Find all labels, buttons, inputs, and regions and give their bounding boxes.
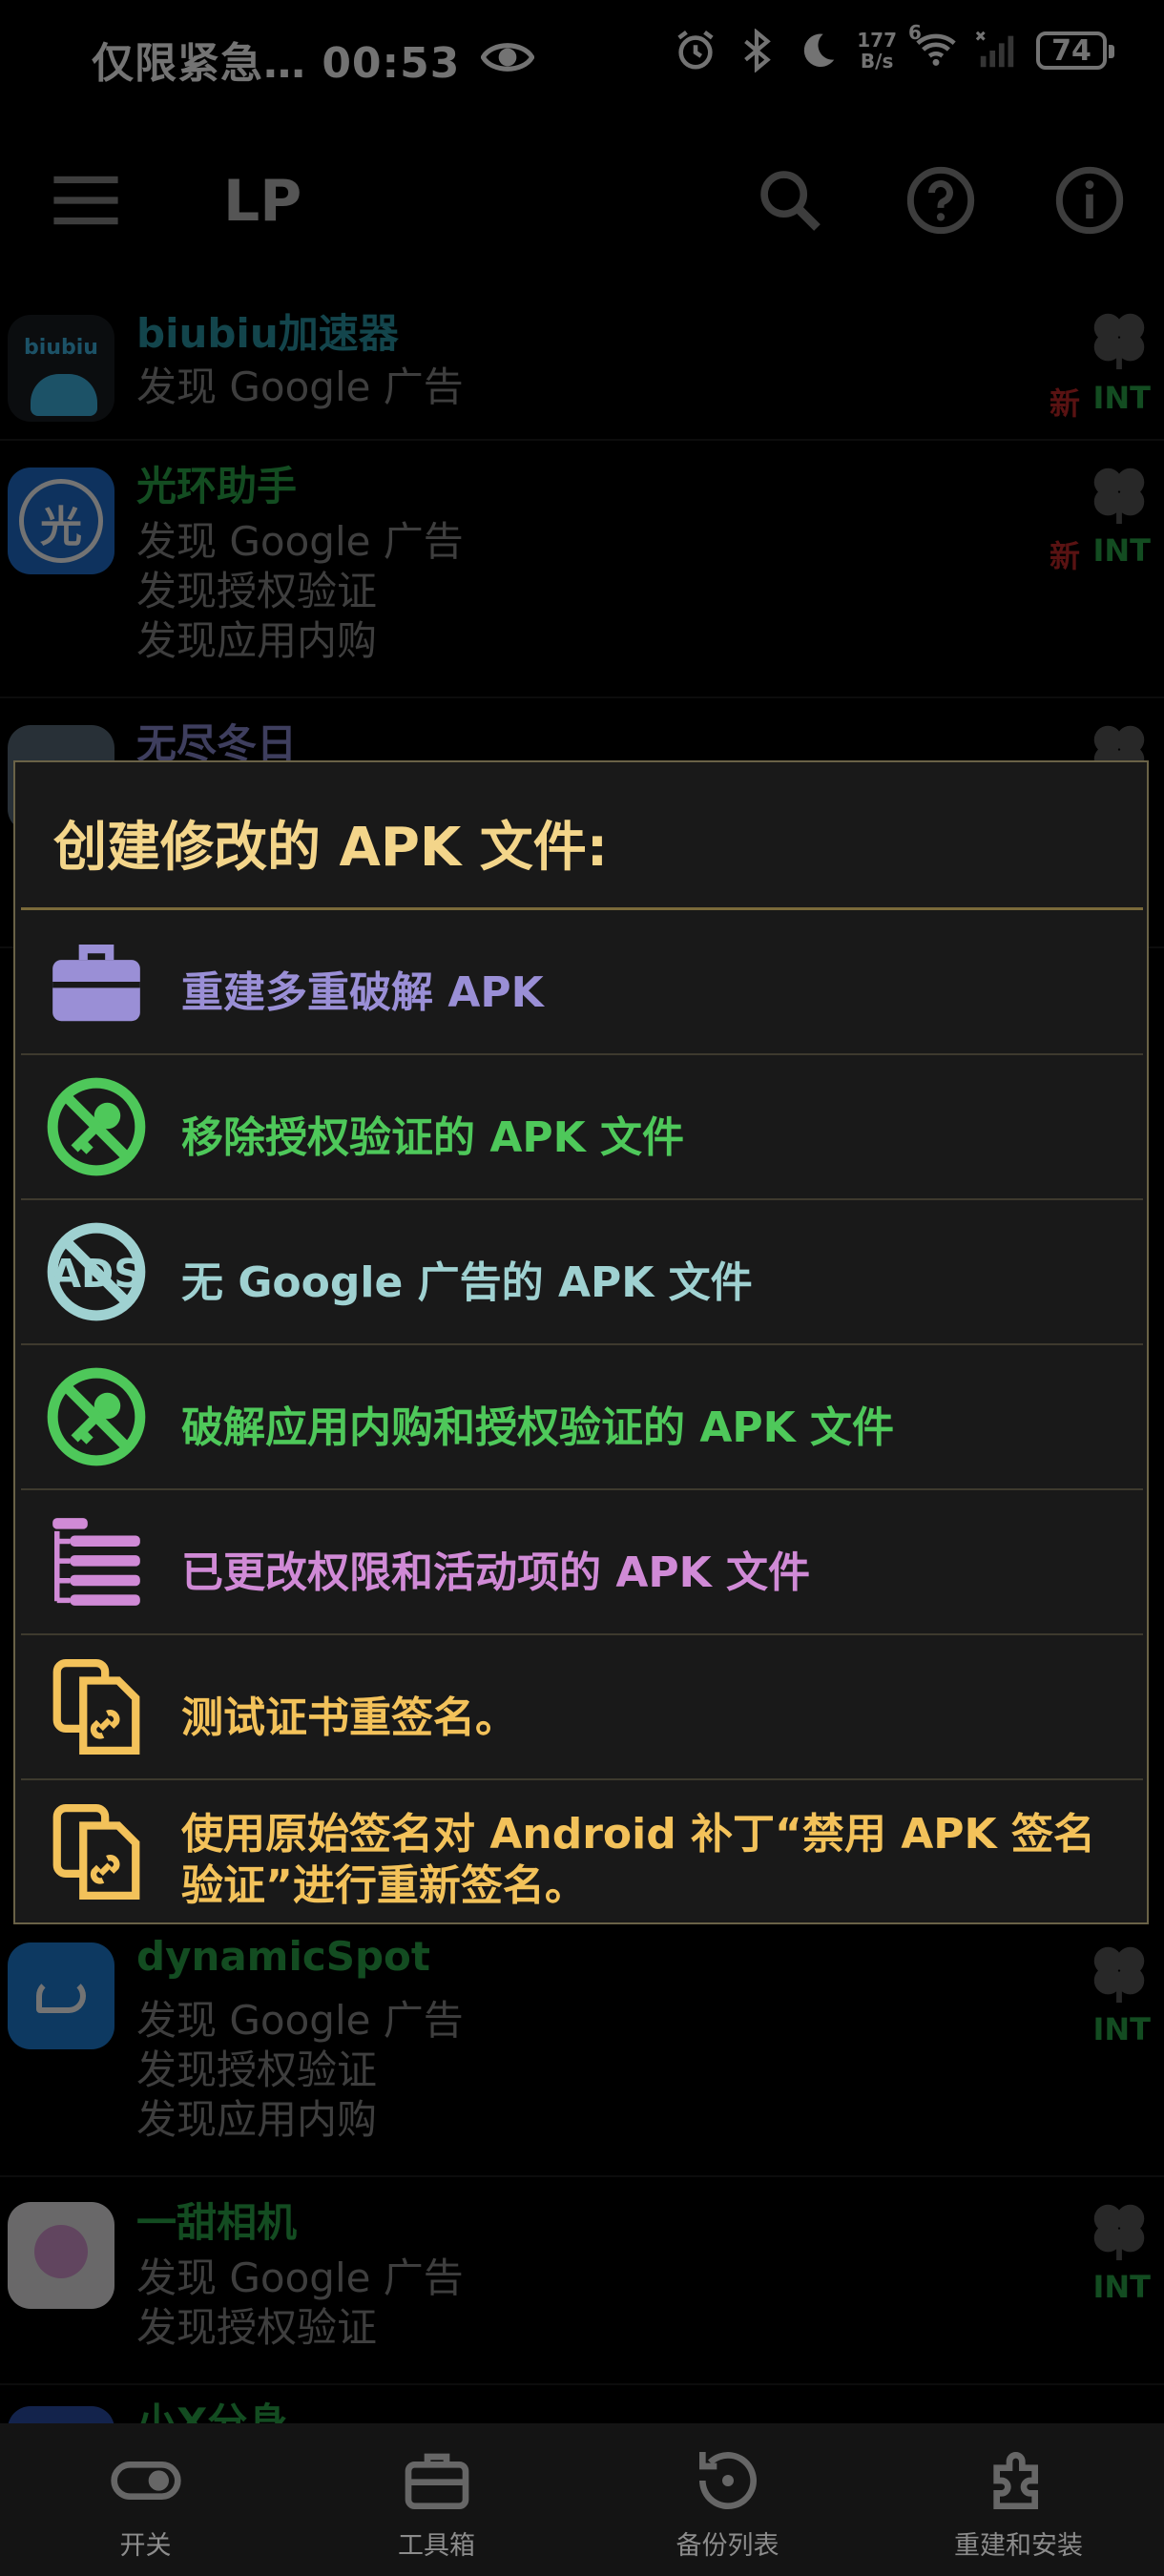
- nav-label: 开关: [119, 2531, 172, 2561]
- list-item[interactable]: dynamicSpot 发现 Google 广告 发现授权验证 发现应用内购 I…: [0, 1920, 1164, 2177]
- alarm-icon: [677, 30, 714, 70]
- nav-label: 重建和安装: [954, 2531, 1083, 2561]
- wifi-badge: 6: [908, 21, 922, 44]
- clover-icon: [1093, 313, 1145, 370]
- option-no-google-ads[interactable]: ADS 无 Google 广告的 APK 文件: [21, 1200, 1143, 1345]
- no-ads-icon: ADS: [47, 1222, 146, 1321]
- option-original-sig-resign[interactable]: 使用原始签名对 Android 补丁“禁用 APK 签名 验证”进行重新签名。: [21, 1780, 1143, 1925]
- puzzle-icon: [992, 2452, 1038, 2509]
- app-status-line: 发现 Google 广告: [136, 364, 464, 410]
- app-name: 光环助手: [136, 463, 298, 509]
- dialog-title: 创建修改的 APK 文件:: [53, 817, 609, 879]
- option-label: 已更改权限和活动项的 APK 文件: [181, 1548, 811, 1597]
- backup-icon: [698, 2452, 757, 2510]
- int-badge: INT: [1092, 532, 1151, 569]
- app-status-line: 发现应用内购: [136, 617, 378, 664]
- app-name: biubiu加速器: [136, 310, 399, 357]
- create-apk-dialog: 创建修改的 APK 文件: 重建多重破解 APK 移除授权验证的 APK 文件 …: [13, 760, 1149, 1924]
- app-status-line: 发现授权验证: [136, 2304, 378, 2351]
- no-license-key-icon: [47, 1077, 146, 1176]
- clover-icon: [1093, 467, 1145, 525]
- app-name: 一甜相机: [136, 2199, 298, 2246]
- toolbox-icon: [52, 945, 140, 1022]
- status-bar: 仅限紧急… 00:53 177 B/s 6 74: [0, 0, 1164, 114]
- info-icon[interactable]: [1053, 164, 1126, 237]
- bottom-navigation: 开关 工具箱 备份列表 重建和安装: [0, 2423, 1164, 2576]
- bluetooth-icon: [744, 29, 772, 73]
- app-toolbar: LP: [0, 143, 1164, 258]
- status-icons: 177 B/s 6 74: [674, 21, 1114, 74]
- net-speed: 177 B/s: [857, 30, 897, 72]
- int-badge: INT: [1092, 2011, 1151, 2047]
- resign-original-icon: [52, 1804, 140, 1900]
- option-label-line2: 验证”进行重新签名。: [181, 1861, 587, 1910]
- option-crack-iap-license[interactable]: 破解应用内购和授权验证的 APK 文件: [21, 1345, 1143, 1490]
- app-name: 小X分身: [136, 2399, 288, 2423]
- option-test-cert-resign[interactable]: 测试证书重签名。: [21, 1635, 1143, 1780]
- nav-tab-backups[interactable]: 备份列表: [582, 2423, 873, 2576]
- list-item[interactable]: biubiu biubiu加速器 发现 Google 广告 新 INT: [0, 286, 1164, 441]
- menu-icon[interactable]: [53, 174, 118, 227]
- signal-icon: [975, 31, 1014, 68]
- nav-label: 备份列表: [676, 2531, 779, 2561]
- resign-certificate-icon: [52, 1659, 140, 1755]
- nav-tab-toolbox[interactable]: 工具箱: [291, 2423, 582, 2576]
- net-speed-unit: B/s: [860, 50, 894, 73]
- option-label: 无 Google 广告的 APK 文件: [181, 1258, 753, 1307]
- toolbox-icon: [405, 2453, 468, 2509]
- list-item[interactable]: 光 光环助手 发现 Google 广告 发现授权验证 发现应用内购 新 INT: [0, 441, 1164, 698]
- no-purchase-key-icon: [47, 1367, 146, 1466]
- new-badge: 新: [1049, 538, 1080, 574]
- option-permissions-activities[interactable]: 已更改权限和活动项的 APK 文件: [21, 1490, 1143, 1635]
- app-icon-biubiu: biubiu: [8, 315, 114, 422]
- app-icon-yitian: [8, 2202, 114, 2309]
- moon-icon: [804, 33, 835, 68]
- nav-tab-rebuild-install[interactable]: 重建和安装: [873, 2423, 1164, 2576]
- option-label: 破解应用内购和授权验证的 APK 文件: [181, 1403, 895, 1452]
- nav-tab-switch[interactable]: 开关: [0, 2423, 291, 2576]
- permissions-list-icon: [52, 1518, 140, 1606]
- int-badge: INT: [1092, 2269, 1151, 2305]
- list-item[interactable]: 一甜相机 发现 Google 广告 发现授权验证 INT: [0, 2177, 1164, 2385]
- clover-icon: [1093, 2204, 1145, 2261]
- toggle-icon: [110, 2462, 181, 2500]
- clover-icon: [1093, 1946, 1145, 2004]
- app-title: LP: [223, 168, 302, 235]
- app-status-line: 发现应用内购: [136, 2096, 378, 2143]
- option-label: 重建多重破解 APK: [181, 968, 544, 1017]
- app-icon-guanghuan: 光: [8, 467, 114, 574]
- wifi-status: 6: [908, 21, 958, 74]
- list-item[interactable]: 小X分身: [0, 2385, 1164, 2423]
- net-speed-value: 177: [857, 29, 897, 52]
- app-name: dynamicSpot: [136, 1933, 430, 1980]
- search-icon[interactable]: [754, 164, 826, 237]
- app-icon-xiaox: [8, 2406, 114, 2423]
- option-remove-license[interactable]: 移除授权验证的 APK 文件: [21, 1055, 1143, 1200]
- status-notification-text: 仅限紧急… 00:53: [92, 39, 461, 88]
- int-badge: INT: [1092, 380, 1151, 416]
- app-icon-text: biubiu: [24, 336, 98, 360]
- nav-label: 工具箱: [398, 2531, 475, 2561]
- help-icon[interactable]: [904, 164, 977, 237]
- eye-icon: [481, 43, 534, 72]
- option-label: 测试证书重签名。: [181, 1693, 517, 1742]
- option-rebuild-multi-crack[interactable]: 重建多重破解 APK: [21, 910, 1143, 1055]
- battery-indicator: 74: [1036, 31, 1114, 70]
- app-icon-text: 光: [40, 503, 82, 551]
- app-icon-dynamicspot: [8, 1942, 114, 2049]
- new-badge: 新: [1049, 385, 1080, 422]
- option-label: 移除授权验证的 APK 文件: [181, 1113, 685, 1162]
